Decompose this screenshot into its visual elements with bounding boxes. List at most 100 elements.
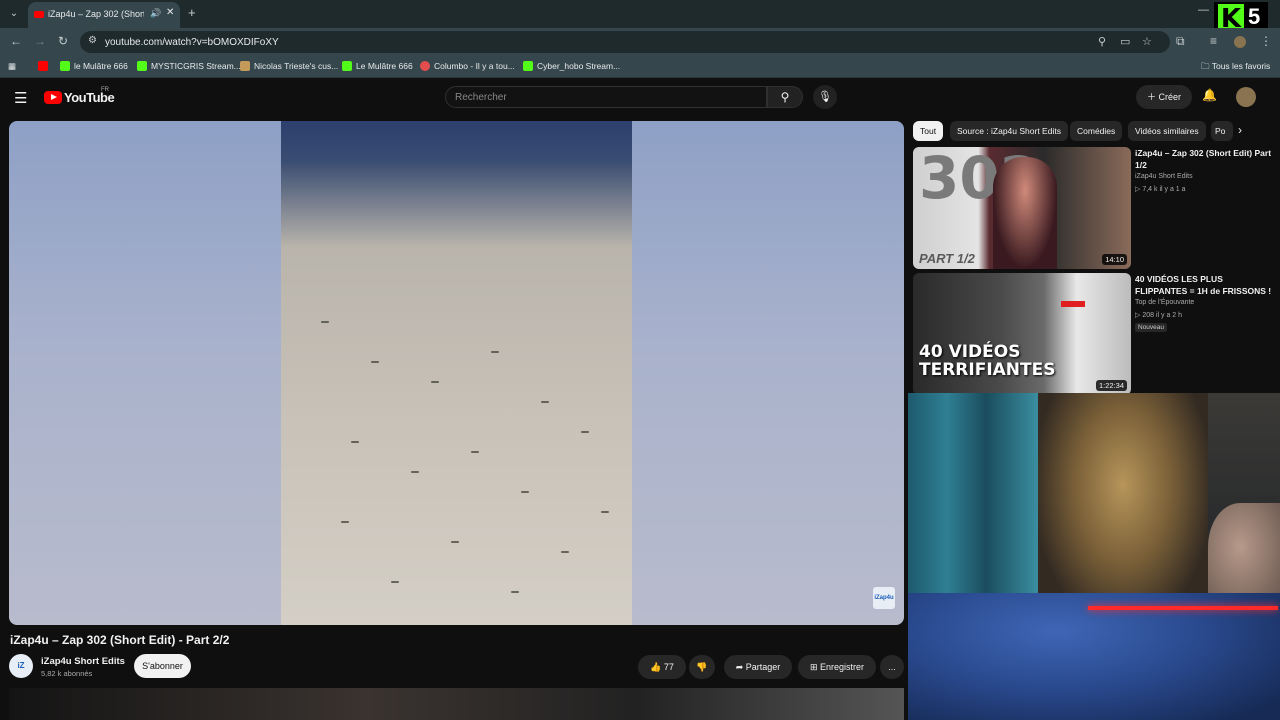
chip-comedies[interactable]: Comédies [1070,121,1123,141]
skull-poster [1038,393,1208,623]
voice-search-icon[interactable]: 🎙 [813,85,837,109]
share-label: Partager [745,662,781,672]
region-code: FR [101,87,109,93]
bookmark-label: Cyber_hobo Stream... [537,61,621,71]
new-tab-icon[interactable]: + [188,5,196,20]
youtube-bookmark-icon[interactable] [38,61,52,71]
search-input[interactable]: Rechercher [445,86,767,108]
chip-all[interactable]: Tout [913,121,944,141]
bookmark-item[interactable]: Nicolas Trieste's cus... [240,61,338,71]
create-label: Créer [1158,92,1182,102]
all-bookmarks-label: Tous les favoris [1211,61,1271,71]
recommendation-channel: iZap4u Short Edits [1135,173,1193,180]
bookmark-item[interactable]: Columbo - Il y a tou... [420,61,515,71]
kick-play-icon [342,61,352,71]
create-button[interactable]: ＋ Créer [1136,85,1192,109]
video-thumbnail[interactable]: 302 PART 1/2 14:10 [913,147,1131,269]
chip-truncated[interactable]: Po [1211,121,1233,141]
bookmark-item[interactable]: Le Mulâtre 666 [342,61,413,71]
search-placeholder: Rechercher [455,92,507,103]
video-duration: 1:22:34 [1095,380,1127,391]
tab-search-chevron-icon[interactable]: ⌄ [6,6,22,22]
account-avatar[interactable] [1236,87,1256,107]
kick-k-icon [523,61,533,71]
youtube-header: ☰ YouTube FR Rechercher ⚲ 🎙 ＋ Créer 🔔 [0,80,1280,116]
bookmark-star-icon[interactable]: ☆ [1142,35,1152,48]
browser-menu-icon[interactable]: ⋮ [1260,34,1272,48]
recommendation-stats: ▷ 7,4 k il y a 1 a [1135,185,1186,193]
recommendation-channel: Top de l'Épouvante [1135,299,1195,306]
video-duration: 14:10 [1102,254,1127,265]
bookmark-item[interactable]: le Mulâtre 666 [60,61,128,71]
notifications-bell-icon[interactable]: 🔔 [1202,88,1217,102]
zoom-icon[interactable]: ⚲ [1098,35,1106,48]
dislike-button[interactable]: 👎 [689,655,715,679]
kick-k-icon [137,61,147,71]
video-thumbnail[interactable]: 40 VIDÉOS TERRIFIANTES 1:22:34 [913,273,1131,395]
channel-avatar[interactable]: iZ [9,654,33,678]
streamer-webcam-overlay [908,393,1280,720]
save-playlist-icon: ⊞ [809,662,821,672]
deer-icon [240,61,250,71]
red-arrow-icon [1061,301,1085,307]
all-bookmarks[interactable]: 🗀 Tous les favoris [1201,61,1270,75]
bookmark-item[interactable]: MYSTICGRIS Stream... [137,61,241,71]
youtube-play-icon [44,91,62,104]
like-count: 77 [663,662,674,672]
thumbnail-subtext: PART 1/2 [919,251,975,266]
tab-title: iZap4u – Zap 302 (Short Edit [48,9,144,19]
video-player[interactable]: iZap4u [9,121,904,625]
reading-list-icon[interactable]: ≡ [1210,34,1217,48]
bookmark-label: Le Mulâtre 666 [356,61,413,71]
tab-close-icon[interactable]: ✕ [166,7,174,18]
site-info-icon[interactable]: ⚙ [88,35,97,46]
folder-icon: 🗀 [1201,61,1212,71]
channel-watermark[interactable]: iZap4u [873,587,895,609]
thumbs-up-icon: 👍 [650,662,664,672]
kick-play-icon [60,61,70,71]
more-dots-icon: ... [888,662,896,672]
stats-text: 208 il y a 2 h [1142,312,1183,319]
forward-arrow-icon[interactable]: → [34,34,46,48]
recommendation-title: iZap4u – Zap 302 (Short Edit) Part 1/2 [1135,148,1272,170]
cast-icon[interactable]: ▭ [1120,35,1130,48]
search-icon: ⚲ [780,90,790,104]
hamburger-menu-icon[interactable]: ☰ [14,89,27,107]
audio-playing-icon[interactable]: 🔊 [150,8,161,19]
stats-text: 7,4 k il y a 1 a [1142,186,1186,193]
columbo-icon [420,61,430,71]
bookmark-item[interactable]: Cyber_hobo Stream... [523,61,620,71]
bookmark-label: MYSTICGRIS Stream... [151,61,241,71]
thumbs-down-icon: 👎 [696,662,708,672]
apps-grid-icon[interactable]: ▦ [8,61,16,72]
chip-source[interactable]: Source : iZap4u Short Edits [950,121,1068,141]
reload-icon[interactable]: ↻ [58,34,68,48]
led-strip [1088,606,1278,610]
youtube-favicon-icon [34,11,44,18]
chip-next-chevron-icon[interactable]: › [1238,123,1242,137]
browser-tab-active[interactable]: iZap4u – Zap 302 (Short Edit 🔊 ✕ [28,2,180,28]
more-actions-button[interactable]: ... [880,655,904,679]
bookmarks-bar: ▦ le Mulâtre 666 MYSTICGRIS Stream... Ni… [0,56,1280,78]
profile-avatar[interactable] [1234,36,1246,48]
share-button[interactable]: ➦ Partager [724,655,792,679]
webcam-curtain [908,393,1038,623]
subscribe-button[interactable]: S'abonner [134,654,191,678]
youtube-logo[interactable]: YouTube FR [44,87,115,107]
omnibox[interactable]: ⚙ youtube.com/watch?v=bOMOXDIFoXY ⚲ ▭ ☆ [80,31,1170,53]
channel-name[interactable]: iZap4u Short Edits [41,656,125,667]
address-toolbar: ← → ↻ ⚙ youtube.com/watch?v=bOMOXDIFoXY … [0,28,1280,56]
recommendation-title: 40 VIDÉOS LES PLUS FLIPPANTES = 1H de FR… [1135,274,1272,296]
window-minimize-icon[interactable]: — [1198,4,1209,16]
extensions-icon[interactable]: ⧉ [1176,34,1185,49]
save-label: Enregistrer [820,662,865,672]
url-text[interactable]: youtube.com/watch?v=bOMOXDIFoXY [105,37,279,48]
webcam-blanket [908,593,1280,720]
plus-icon: ＋ [1146,92,1159,102]
like-button[interactable]: 👍 77 [638,655,686,679]
back-arrow-icon[interactable]: ← [10,34,22,48]
bookmark-label: le Mulâtre 666 [74,61,128,71]
search-button[interactable]: ⚲ [767,86,803,108]
save-button[interactable]: ⊞ Enregistrer [798,655,876,679]
chip-similar-videos[interactable]: Vidéos similaires [1128,121,1206,141]
